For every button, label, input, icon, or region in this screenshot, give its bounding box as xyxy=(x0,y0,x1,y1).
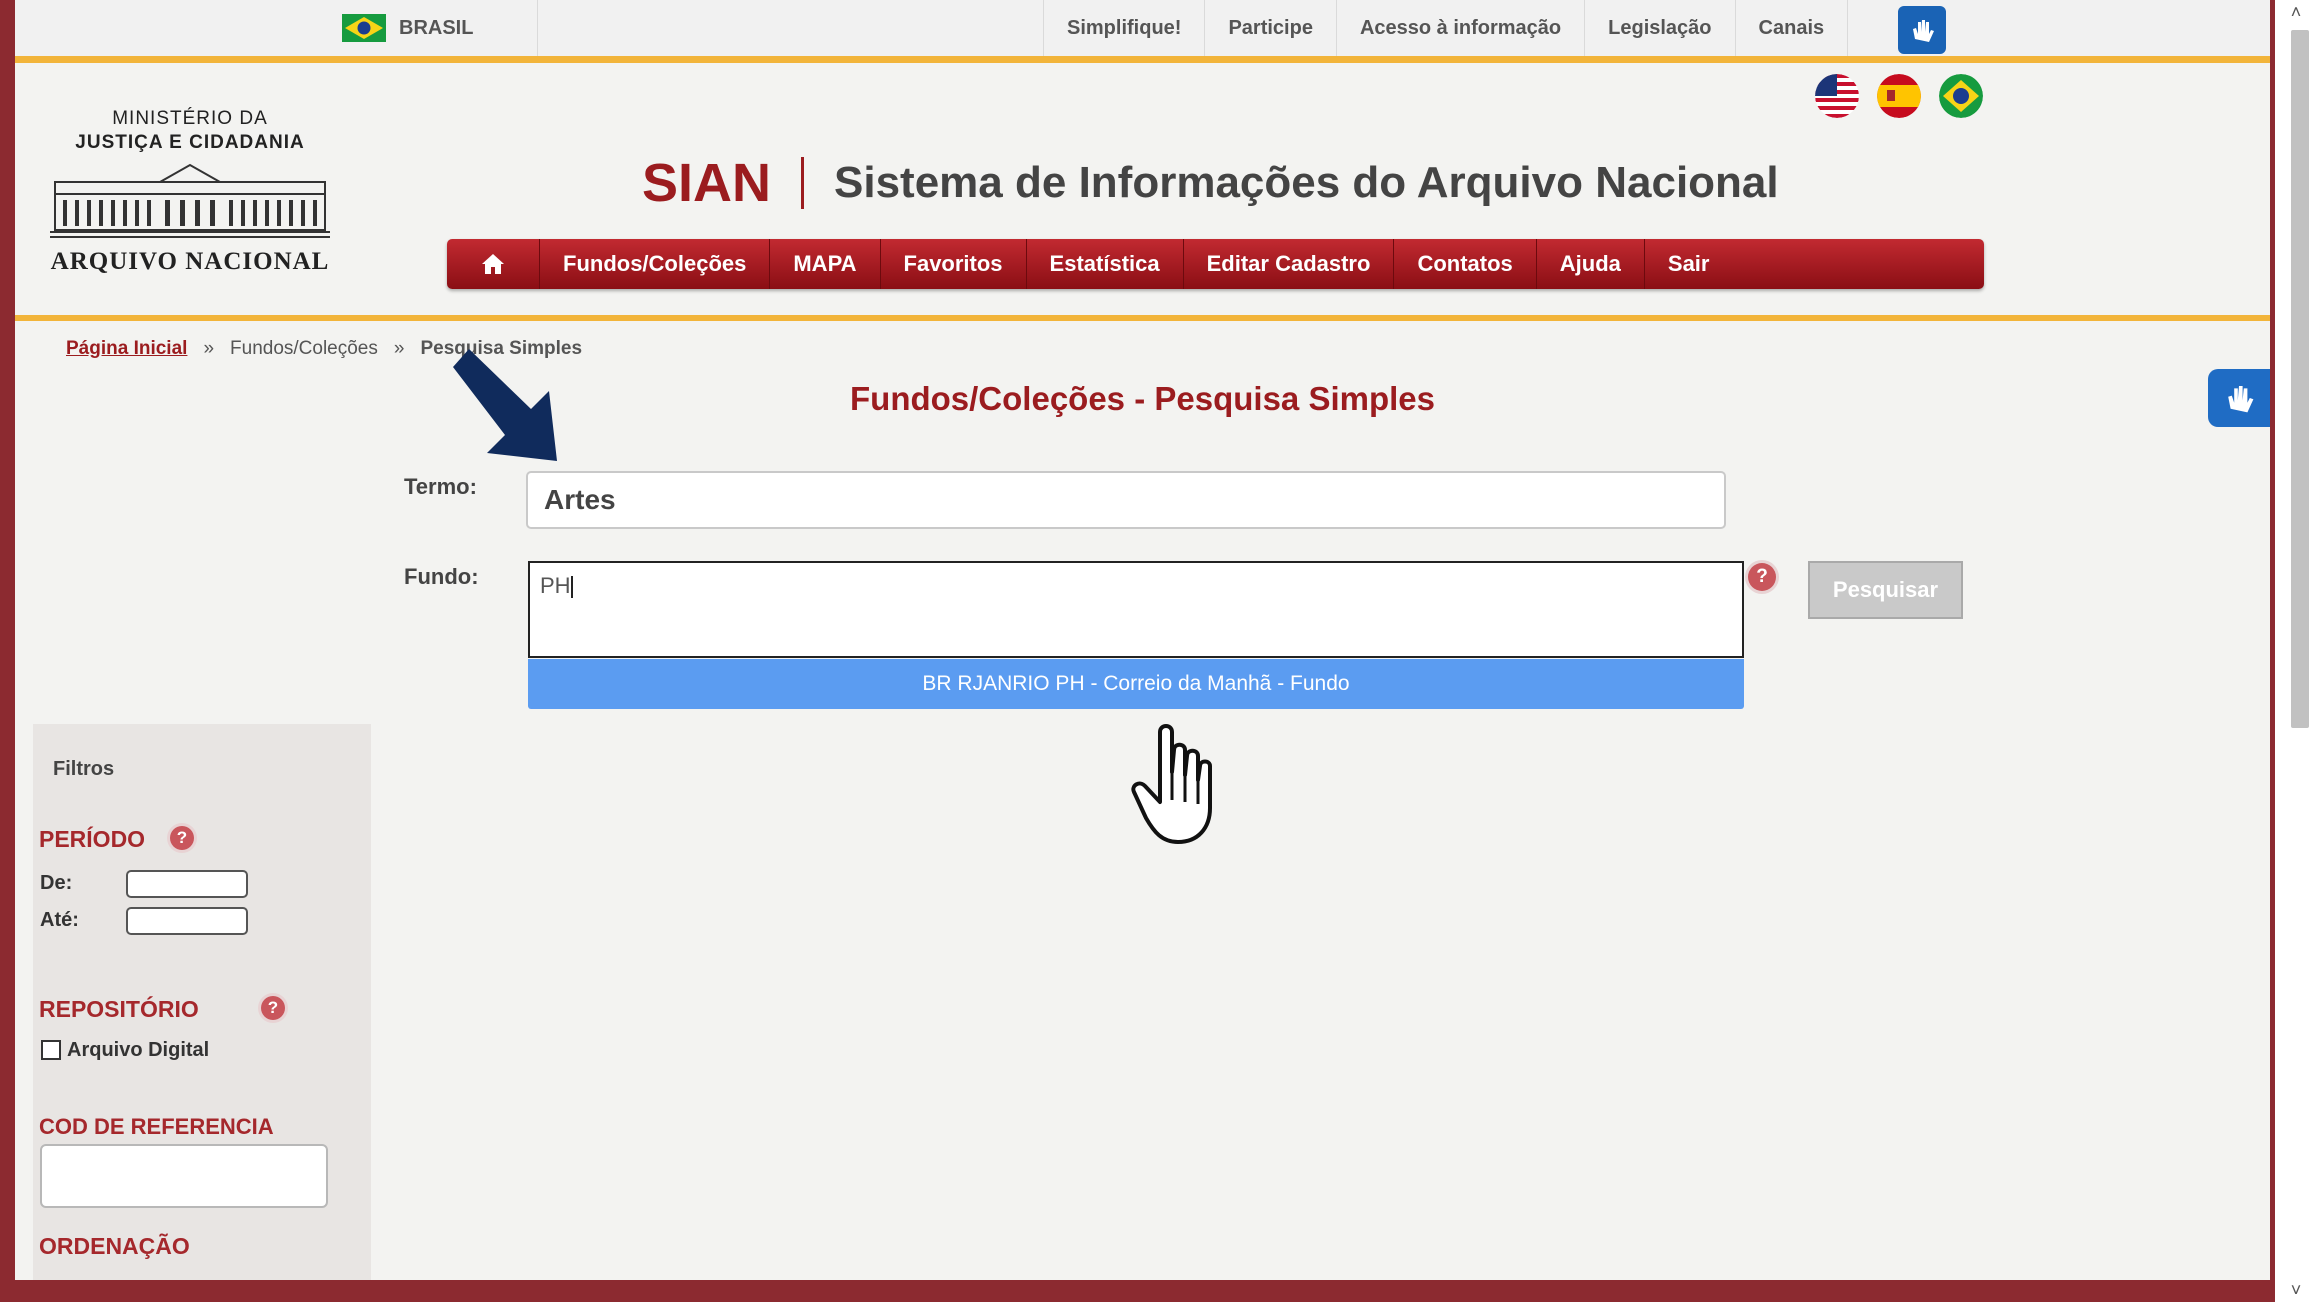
gov-links: Simplifique! Participe Acesso à informaç… xyxy=(1043,0,1849,56)
breadcrumb-section: Fundos/Coleções xyxy=(230,338,378,359)
gov-brasil-label: BRASIL xyxy=(399,16,474,39)
main-nav: Fundos/Coleções MAPA Favoritos Estatísti… xyxy=(447,239,1984,289)
ordenacao-heading: ORDENAÇÃO xyxy=(39,1233,190,1259)
gov-link-participe[interactable]: Participe xyxy=(1204,0,1335,56)
nav-ajuda[interactable]: Ajuda xyxy=(1537,239,1645,289)
fundo-label: Fundo: xyxy=(404,564,479,589)
sign-language-icon xyxy=(2228,386,2254,413)
gov-link-canais[interactable]: Canais xyxy=(1734,0,1849,56)
filters-title: Filtros xyxy=(53,758,115,780)
spain-flag-icon[interactable] xyxy=(1877,74,1921,118)
brazil-flag-icon xyxy=(342,14,386,42)
gov-link-simplifique[interactable]: Simplifique! xyxy=(1043,0,1204,56)
fundo-help-icon[interactable]: ? xyxy=(1748,563,1776,591)
arquivo-digital-checkbox[interactable] xyxy=(41,1040,61,1060)
page-title: Fundos/Coleções - Pesquisa Simples xyxy=(850,380,1435,417)
scroll-up-arrow-icon[interactable]: ˄ xyxy=(2275,0,2317,24)
search-button[interactable]: Pesquisar xyxy=(1808,561,1963,619)
text-caret xyxy=(570,576,573,599)
arquivo-nacional-logo[interactable]: MINISTÉRIO DA JUSTIÇA E CIDADANIA ARQUIV… xyxy=(35,108,345,276)
termo-label: Termo: xyxy=(404,474,477,499)
repositorio-heading: REPOSITÓRIO xyxy=(39,996,199,1022)
logo-ministry-line-2: JUSTIÇA E CIDADANIA xyxy=(75,132,305,153)
page: BRASIL Simplifique! Participe Acesso à i… xyxy=(15,0,2270,1280)
vertical-scrollbar[interactable]: ˄ ˅ xyxy=(2275,0,2317,1302)
breadcrumb-home-link[interactable]: Página Inicial xyxy=(66,338,187,360)
cod-referencia-input[interactable] xyxy=(40,1144,328,1208)
gov-link-legislacao[interactable]: Legislação xyxy=(1584,0,1734,56)
gov-brasil-link[interactable]: BRASIL xyxy=(342,0,538,56)
filters-panel: Filtros PERÍODO ? De: Até: REPOSITÓRIO ?… xyxy=(33,724,371,1280)
ate-date-input[interactable] xyxy=(126,907,248,935)
gov-bar: BRASIL Simplifique! Participe Acesso à i… xyxy=(15,0,2270,63)
nav-estatistica[interactable]: Estatística xyxy=(1027,239,1184,289)
brazil-flag-icon[interactable] xyxy=(1939,74,1983,118)
ate-label: Até: xyxy=(40,909,79,931)
de-label: De: xyxy=(40,872,73,894)
de-date-input[interactable] xyxy=(126,870,248,898)
cod-referencia-heading: COD DE REFERENCIA xyxy=(39,1114,274,1139)
annotation-arrow-icon xyxy=(453,349,557,461)
nav-home-button[interactable] xyxy=(447,239,540,289)
repositorio-help-icon[interactable]: ? xyxy=(261,996,285,1020)
logo-arquivo-nacional: ARQUIVO NACIONAL xyxy=(50,248,330,275)
nav-editar-cadastro[interactable]: Editar Cadastro xyxy=(1184,239,1395,289)
building-icon xyxy=(50,163,330,238)
periodo-help-icon[interactable]: ? xyxy=(170,826,194,850)
hand-sign-language-icon[interactable] xyxy=(1898,6,1946,54)
gov-link-acesso-informacao[interactable]: Acesso à informação xyxy=(1335,0,1584,56)
breadcrumb-separator: » xyxy=(393,338,405,359)
fundo-input[interactable]: PH xyxy=(528,561,1744,658)
breadcrumb-separator: » xyxy=(203,338,215,359)
nav-mapa[interactable]: MAPA xyxy=(770,239,881,289)
title-separator xyxy=(801,157,805,209)
scroll-down-arrow-icon[interactable]: ˅ xyxy=(2275,1278,2317,1302)
system-short-name: SIAN xyxy=(642,153,772,213)
nav-fundos-colecoes[interactable]: Fundos/Coleções xyxy=(540,239,771,289)
termo-input[interactable]: Artes xyxy=(526,471,1726,529)
nav-favoritos[interactable]: Favoritos xyxy=(881,239,1027,289)
periodo-heading: PERÍODO xyxy=(39,826,146,852)
nav-contatos[interactable]: Contatos xyxy=(1394,239,1537,289)
autocomplete-suggestion[interactable]: BR RJANRIO PH - Correio da Manhã - Fundo xyxy=(528,659,1744,709)
arquivo-digital-label: Arquivo Digital xyxy=(67,1039,210,1061)
vlibras-accessibility-button[interactable] xyxy=(2208,369,2270,427)
fundo-input-value: PH xyxy=(540,573,571,598)
language-selector xyxy=(1815,74,1983,118)
system-full-name: Sistema de Informações do Arquivo Nacion… xyxy=(834,158,1779,207)
us-flag-icon[interactable] xyxy=(1815,74,1859,118)
system-title: SIAN Sistema de Informações do Arquivo N… xyxy=(642,152,1779,214)
hand-cursor-icon xyxy=(1131,724,1212,844)
nav-sair[interactable]: Sair xyxy=(1645,239,1733,289)
logo-ministry-line: MINISTÉRIO DA xyxy=(112,108,268,129)
scroll-thumb[interactable] xyxy=(2291,30,2309,728)
header-divider xyxy=(15,315,2270,321)
home-icon xyxy=(482,254,504,274)
